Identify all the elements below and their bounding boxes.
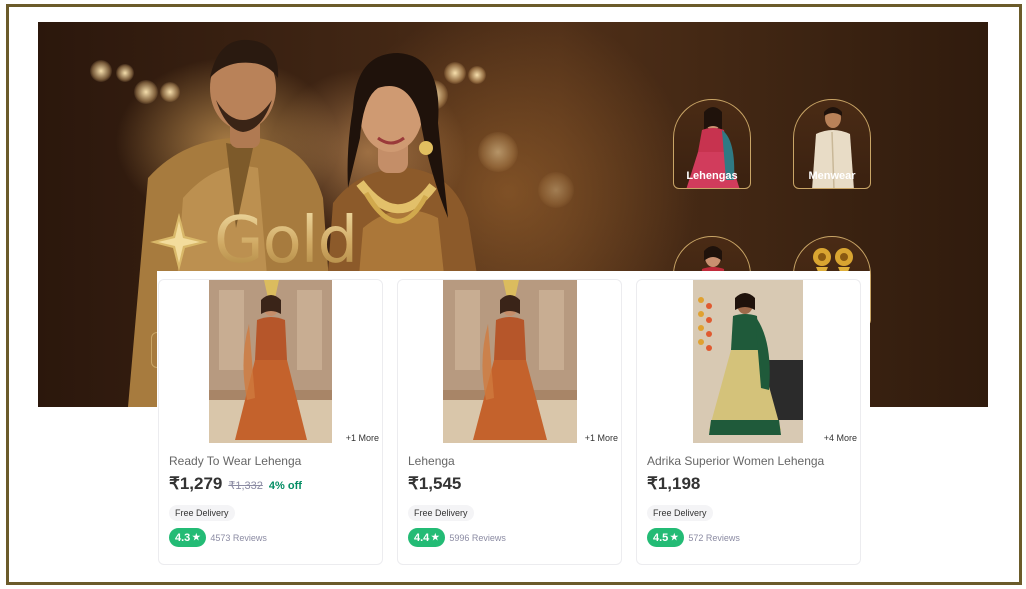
product-price: ₹1,279 — [169, 474, 223, 493]
free-delivery-badge: Free Delivery — [169, 505, 235, 521]
star-icon: ★ — [192, 532, 201, 542]
product-image[interactable] — [209, 280, 332, 443]
product-price: ₹1,545 — [408, 474, 462, 493]
free-delivery-badge: Free Delivery — [408, 505, 474, 521]
rating-badge: 4.3 ★ — [169, 528, 207, 547]
more-variants-label[interactable]: +1 More — [585, 433, 618, 443]
product-price: ₹1,198 — [647, 474, 701, 493]
product-image[interactable] — [443, 280, 577, 443]
product-title[interactable]: Ready To Wear Lehenga — [169, 454, 301, 468]
product-title[interactable]: Adrika Superior Women Lehenga — [647, 454, 824, 468]
rating-value: 4.4 — [414, 531, 430, 544]
price-row: ₹1,545 — [408, 474, 461, 494]
star-icon: ★ — [670, 532, 679, 542]
bokeh-light — [538, 172, 574, 208]
product-card[interactable]: +1 More Ready To Wear Lehenga ₹1,279 ₹1,… — [158, 279, 383, 565]
price-row: ₹1,279 ₹1,332 4% off — [169, 474, 302, 494]
review-count: 4573 Reviews — [210, 532, 267, 543]
category-lehengas[interactable]: Lehengas — [673, 99, 751, 189]
star-icon: ★ — [431, 532, 440, 542]
discount-label: 4% off — [268, 480, 302, 492]
category-label: Lehengas — [686, 170, 738, 182]
more-variants-label[interactable]: +4 More — [824, 433, 857, 443]
category-menwear[interactable]: Menwear — [793, 99, 871, 189]
banner-brand-title: Gold — [214, 204, 358, 278]
rating-value: 4.5 — [653, 531, 669, 544]
rating-row: 4.4 ★ 5996 Reviews — [408, 528, 506, 547]
review-count: 5996 Reviews — [449, 532, 506, 543]
rating-badge: 4.4 ★ — [408, 528, 446, 547]
free-delivery-badge: Free Delivery — [647, 505, 713, 521]
category-label: Menwear — [808, 170, 856, 182]
more-variants-label[interactable]: +1 More — [346, 433, 379, 443]
product-image[interactable] — [693, 280, 803, 443]
product-mrp: ₹1,332 — [228, 480, 263, 492]
rating-row: 4.5 ★ 572 Reviews — [647, 528, 740, 547]
rating-row: 4.3 ★ 4573 Reviews — [169, 528, 267, 547]
review-count: 572 Reviews — [688, 532, 740, 543]
product-card[interactable]: +1 More Lehenga ₹1,545 Free Delivery 4.4… — [397, 279, 622, 565]
sparkle-icon — [150, 213, 208, 271]
price-row: ₹1,198 — [647, 474, 700, 494]
product-card[interactable]: +4 More Adrika Superior Women Lehenga ₹1… — [636, 279, 861, 565]
product-title[interactable]: Lehenga — [408, 454, 455, 468]
rating-badge: 4.5 ★ — [647, 528, 685, 547]
product-grid: +1 More Ready To Wear Lehenga ₹1,279 ₹1,… — [157, 271, 870, 571]
rating-value: 4.3 — [175, 531, 191, 544]
